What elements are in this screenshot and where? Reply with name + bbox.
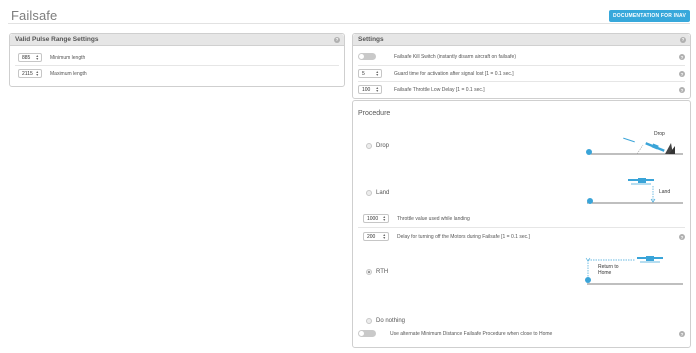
kill-switch-toggle[interactable]	[358, 53, 376, 60]
home-marker-icon	[587, 198, 593, 204]
kill-switch-row: Failsafe Kill Switch (instantly disarm a…	[358, 53, 690, 60]
help-icon[interactable]: ?	[679, 87, 685, 93]
procedure-rth-radio[interactable]	[366, 269, 372, 275]
spinner-arrows-icon[interactable]: ▲ ▼	[383, 233, 386, 241]
min-length-input[interactable]: 885 ▲ ▼	[18, 53, 42, 62]
help-icon[interactable]: ?	[679, 54, 685, 60]
settings-panel-title: Settings	[358, 36, 384, 43]
min-distance-label: Use alternate Minimum Distance Failsafe …	[390, 330, 553, 337]
home-marker-icon	[585, 277, 591, 283]
help-icon[interactable]: ?	[679, 331, 685, 337]
spinner-arrows-icon[interactable]: ▲ ▼	[376, 86, 379, 94]
pulse-range-panel-title: Valid Pulse Range Settings	[15, 36, 99, 43]
procedure-land-radio[interactable]	[366, 190, 372, 196]
spinner-arrows-icon[interactable]: ▲ ▼	[376, 70, 379, 78]
home-marker-icon	[586, 149, 592, 155]
procedure-heading: Procedure	[358, 110, 391, 117]
row-divider	[15, 65, 339, 66]
throttle-landing-row: 1000 ▲ ▼ Throttle value used while landin…	[363, 214, 690, 223]
row-divider	[358, 65, 685, 66]
land-diagram-label: Land	[659, 189, 671, 195]
row-divider	[358, 81, 685, 82]
help-icon[interactable]: ?	[679, 234, 685, 240]
min-distance-toggle[interactable]	[358, 330, 376, 337]
guard-time-row: 5 ▲ ▼ Guard time for activation after sig…	[358, 69, 690, 78]
max-length-row: 2115 ▲ ▼ Maximum length	[18, 69, 344, 78]
help-icon[interactable]: ?	[679, 71, 685, 77]
kill-switch-label: Failsafe Kill Switch (instantly disarm a…	[394, 53, 516, 60]
documentation-button[interactable]: DOCUMENTATION FOR INAV	[609, 10, 690, 22]
motor-off-delay-label: Delay for turning off the Motors during …	[397, 233, 530, 240]
min-length-label: Minimum length	[50, 54, 86, 61]
row-divider	[358, 227, 685, 228]
drop-diagram: Drop	[585, 129, 685, 159]
spinner-arrows-icon[interactable]: ▲ ▼	[383, 215, 386, 223]
spinner-arrows-icon[interactable]: ▲ ▼	[36, 70, 39, 78]
min-length-row: 885 ▲ ▼ Minimum length	[18, 53, 344, 62]
throttle-low-delay-input[interactable]: 100 ▲ ▼	[358, 85, 382, 94]
rth-diagram-label: Return to Home	[598, 264, 619, 276]
max-length-input[interactable]: 2115 ▲ ▼	[18, 69, 42, 78]
procedure-drop-label[interactable]: Drop	[376, 143, 389, 149]
throttle-landing-input[interactable]: 1000 ▲ ▼	[363, 214, 389, 223]
throttle-low-delay-row: 100 ▲ ▼ Failsafe Throttle Low Delay [1 = …	[358, 85, 690, 94]
settings-panel-header: Settings ?	[353, 34, 690, 46]
procedure-drop-radio[interactable]	[366, 143, 372, 149]
motor-off-delay-row: 200 ▲ ▼ Delay for turning off the Motors …	[363, 232, 690, 241]
procedure-land-label[interactable]: Land	[376, 190, 389, 196]
max-length-label: Maximum length	[50, 70, 87, 77]
settings-panel: Settings ? Failsafe Kill Switch (instant…	[352, 33, 691, 99]
title-divider	[8, 23, 690, 24]
procedure-do-nothing-radio[interactable]	[366, 318, 372, 324]
throttle-low-delay-label: Failsafe Throttle Low Delay [1 = 0.1 sec…	[394, 86, 485, 93]
motor-off-delay-input[interactable]: 200 ▲ ▼	[363, 232, 389, 241]
procedure-rth-label[interactable]: RTH	[376, 269, 388, 275]
help-icon[interactable]: ?	[334, 36, 340, 43]
pulse-range-panel: Valid Pulse Range Settings ? 885 ▲ ▼ Mini…	[9, 33, 345, 87]
rth-diagram: Return to Home	[583, 253, 685, 287]
help-icon[interactable]: ?	[680, 36, 686, 43]
min-distance-row: Use alternate Minimum Distance Failsafe …	[358, 330, 690, 337]
throttle-landing-label: Throttle value used while landing	[397, 215, 470, 222]
guard-time-input[interactable]: 5 ▲ ▼	[358, 69, 382, 78]
procedure-panel: Procedure Drop Drop Land Land 1000 ▲ ▼ T…	[352, 100, 691, 348]
drop-diagram-label: Drop	[654, 131, 665, 137]
procedure-do-nothing-label[interactable]: Do nothing	[376, 318, 405, 324]
page-title: Failsafe	[11, 8, 58, 23]
spinner-arrows-icon[interactable]: ▲ ▼	[36, 54, 39, 62]
land-diagram: Land	[585, 176, 685, 208]
guard-time-label: Guard time for activation after signal l…	[394, 70, 514, 77]
pulse-range-panel-header: Valid Pulse Range Settings ?	[10, 34, 344, 46]
